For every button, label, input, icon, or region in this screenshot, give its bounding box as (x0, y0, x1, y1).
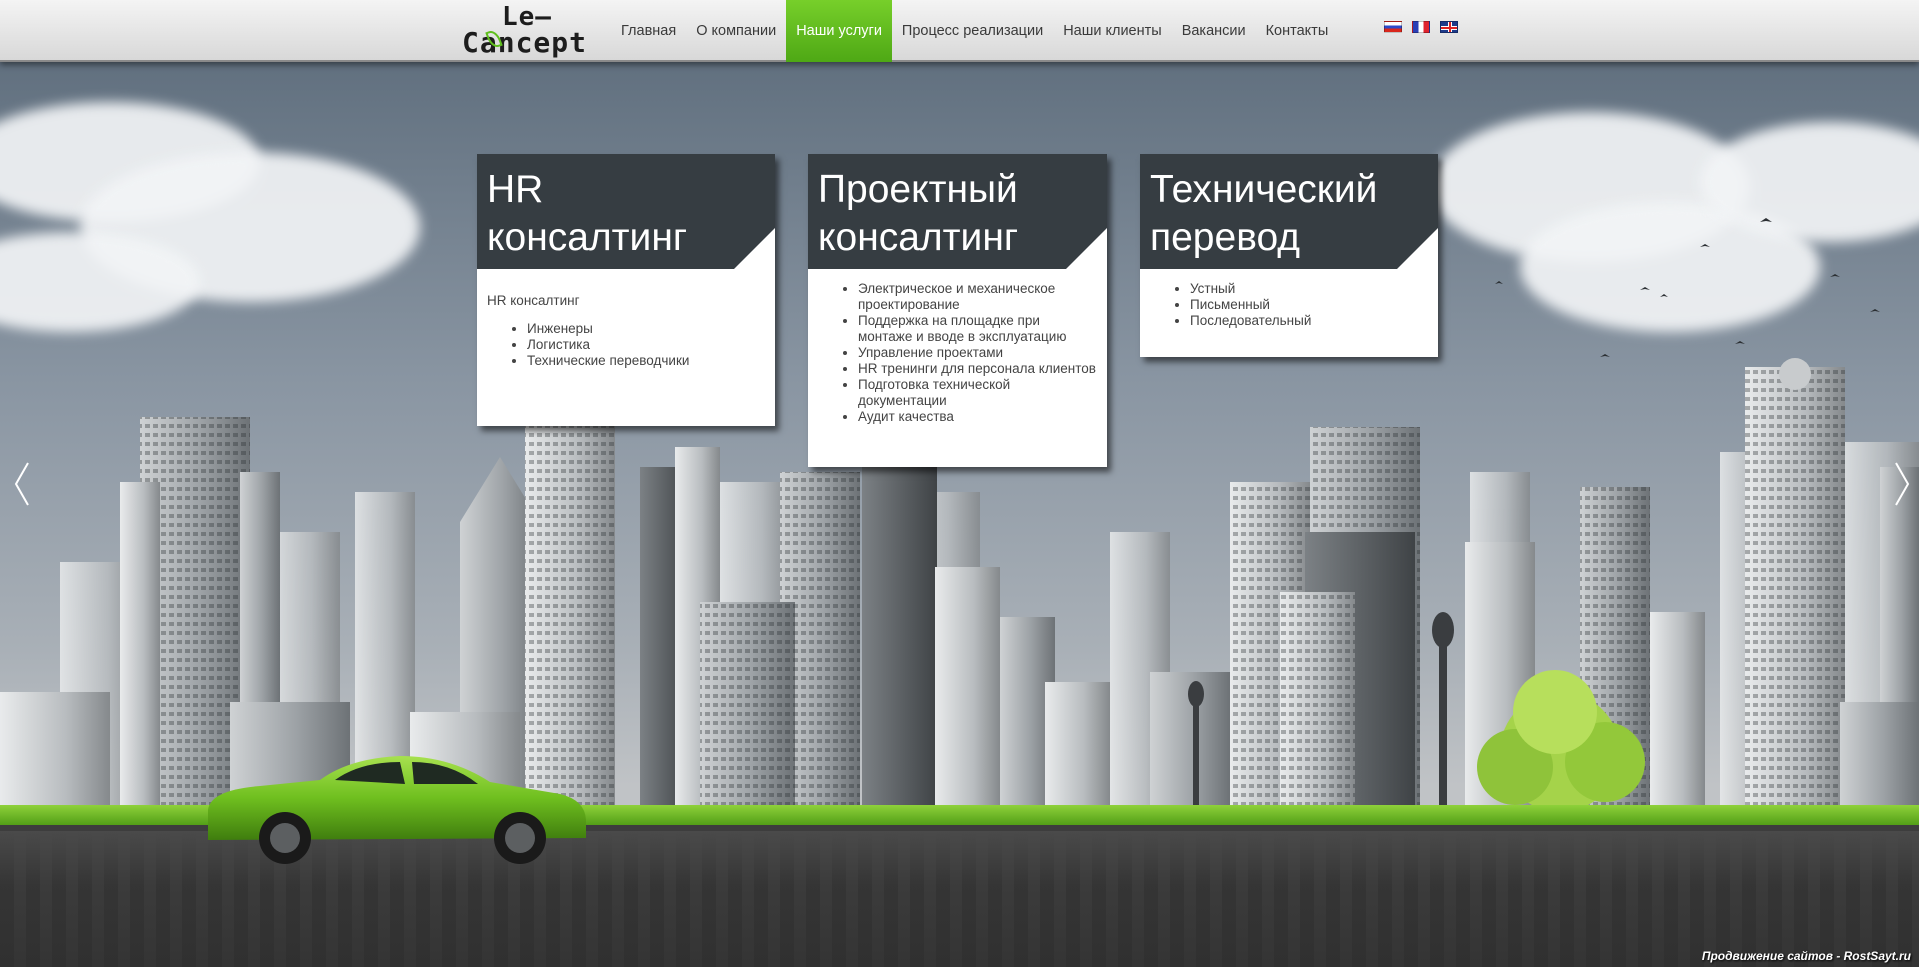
card-header: Проектный консалтинг (808, 154, 1107, 269)
nav-item-process[interactable]: Процесс реализации (892, 0, 1053, 62)
list-item: Устный (1190, 281, 1428, 297)
chevron-right-icon[interactable] (1890, 459, 1914, 509)
main-menu: Главная О компании Наши услуги Процесс р… (611, 0, 1338, 62)
logo-line-2: Cancept (462, 26, 588, 59)
list-item: Управление проектами (858, 345, 1097, 361)
card-title-line-2: консалтинг (818, 216, 1019, 259)
list-item: Поддержка на площадке при монтаже и ввод… (858, 313, 1097, 345)
gb-flag-icon[interactable] (1440, 21, 1458, 33)
ru-flag-icon[interactable] (1384, 21, 1402, 33)
card-header: Технический перевод (1140, 154, 1438, 269)
service-list: Инженеры Логистика Технические переводчи… (527, 321, 765, 369)
service-card-project[interactable]: Проектный консалтинг Электрическое и мех… (808, 154, 1107, 467)
service-list: Устный Письменный Последовательный (1190, 281, 1428, 329)
card-title-line-1: HR (487, 168, 544, 211)
card-title-line-2: консалтинг (487, 216, 688, 259)
language-switcher (1384, 21, 1458, 33)
top-navigation-bar: Le– Cancept Главная О компании Наши услу… (0, 0, 1919, 62)
service-list: Электрическое и механическое проектирова… (858, 281, 1097, 425)
list-item: Письменный (1190, 297, 1428, 313)
list-item: Аудит качества (858, 409, 1097, 425)
nav-item-home[interactable]: Главная (611, 0, 686, 62)
list-item: HR тренинги для персонала клиентов (858, 361, 1097, 377)
green-car-illustration (208, 756, 586, 864)
promo-link[interactable]: Продвижение сайтов - RostSayt.ru (1702, 949, 1911, 963)
list-item: Инженеры (527, 321, 765, 337)
card-intro: HR консалтинг (487, 293, 580, 308)
list-item: Технические переводчики (527, 353, 765, 369)
nav-item-clients[interactable]: Наши клиенты (1053, 0, 1172, 62)
company-logo[interactable]: Le– Cancept (460, 2, 588, 59)
card-body: Устный Письменный Последовательный (1140, 269, 1438, 329)
service-card-translation[interactable]: Технический перевод Устный Письменный По… (1140, 154, 1438, 357)
card-body: HR консалтинг Инженеры Логистика Техниче… (477, 269, 775, 369)
nav-item-services[interactable]: Наши услуги (786, 0, 892, 62)
nav-item-contacts[interactable]: Контакты (1256, 0, 1339, 62)
card-title-line-1: Технический (1150, 168, 1378, 211)
nav-item-about[interactable]: О компании (686, 0, 786, 62)
list-item: Последовательный (1190, 313, 1428, 329)
fr-flag-icon[interactable] (1412, 21, 1430, 33)
list-item: Подготовка технической документации (858, 377, 1097, 409)
service-card-hr[interactable]: HR консалтинг HR консалтинг Инженеры Лог… (477, 154, 775, 426)
chevron-left-icon[interactable] (10, 459, 34, 509)
list-item: Электрическое и механическое проектирова… (858, 281, 1097, 313)
nav-item-vacancies[interactable]: Вакансии (1172, 0, 1256, 62)
card-header: HR консалтинг (477, 154, 775, 269)
card-title-line-1: Проектный (818, 168, 1018, 211)
card-body: Электрическое и механическое проектирова… (808, 269, 1107, 425)
list-item: Логистика (527, 337, 765, 353)
card-title-line-2: перевод (1150, 216, 1301, 259)
